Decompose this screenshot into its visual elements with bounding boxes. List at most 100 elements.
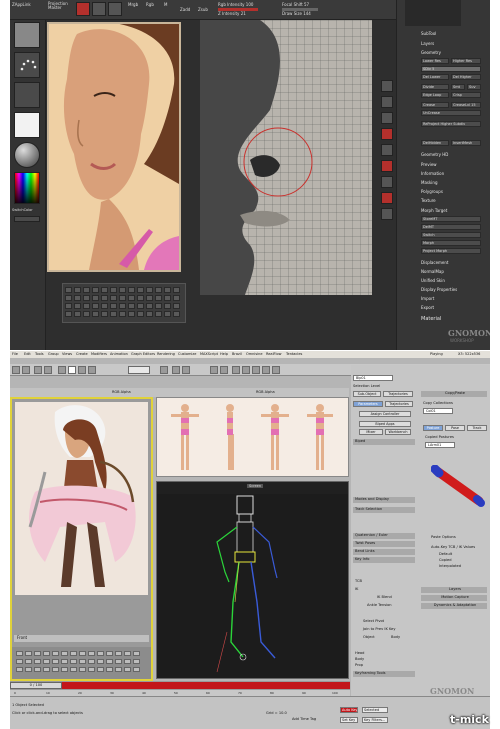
menu-material[interactable]: Material	[421, 316, 483, 323]
body-radio[interactable]: Body	[391, 635, 400, 639]
focal-shift-slider[interactable]: Focal Shift 57	[282, 2, 309, 7]
paste-default-radio[interactable]: Default	[439, 552, 452, 556]
copy-paste-rollout[interactable]: Copy/Paste	[421, 391, 487, 397]
palette-key[interactable]	[119, 295, 126, 301]
floor-button[interactable]	[381, 144, 393, 156]
time-slider[interactable]: 0 / 100	[10, 682, 62, 689]
palette-key[interactable]	[43, 651, 50, 656]
palette-key[interactable]	[119, 287, 126, 293]
zapplink-label[interactable]: ZAppLink	[12, 2, 31, 7]
palette-key[interactable]	[83, 295, 90, 301]
palette-key[interactable]	[61, 651, 68, 656]
auto-key-button[interactable]: Auto Key	[340, 707, 358, 713]
palette-key[interactable]	[16, 667, 23, 672]
palette-key[interactable]	[155, 311, 162, 317]
palette-key[interactable]	[79, 651, 86, 656]
palette-key[interactable]	[128, 295, 135, 301]
palette-key[interactable]	[110, 303, 117, 309]
palette-key[interactable]	[16, 659, 23, 664]
palette-key[interactable]	[124, 667, 131, 672]
crease-level-slider[interactable]: CreaseLvl 15	[451, 102, 481, 108]
palette-key[interactable]	[115, 651, 122, 656]
palette-key[interactable]	[25, 659, 32, 664]
palette-key[interactable]	[101, 311, 108, 317]
menu-unified-skin[interactable]: Unified Skin	[421, 278, 483, 285]
motion-capture-rollout[interactable]: Motion Capture	[421, 595, 487, 601]
palette-key[interactable]	[65, 287, 72, 293]
posture-name-field[interactable]: LArm01	[425, 442, 455, 448]
reference-viewport[interactable]	[156, 397, 349, 477]
key-filters-button[interactable]: Key Filters...	[362, 717, 388, 723]
frame-button[interactable]	[381, 176, 393, 188]
menu-views[interactable]: Views	[62, 352, 72, 356]
timeline-track[interactable]	[62, 682, 350, 689]
select-scale-icon[interactable]	[88, 366, 96, 374]
palette-key[interactable]	[110, 295, 117, 301]
palette-key[interactable]	[61, 659, 68, 664]
del-lower-button[interactable]: Del Lower	[421, 74, 449, 80]
layers-rollout[interactable]: Layers	[421, 587, 487, 593]
mirror-icon[interactable]	[210, 366, 218, 374]
menu-edit[interactable]: Edit	[24, 352, 31, 356]
palette-key[interactable]	[65, 303, 72, 309]
menu-modifiers[interactable]: Modifiers	[91, 352, 107, 356]
quaternion-euler-rollout[interactable]: Quaternion / Euler	[353, 533, 415, 539]
head-label[interactable]: Head	[355, 651, 364, 655]
palette-key[interactable]	[25, 651, 32, 656]
concept-channel-dropdown[interactable]: RGB Alpha	[112, 390, 131, 394]
palette-key[interactable]	[52, 667, 59, 672]
palette-key[interactable]	[155, 287, 162, 293]
ik-label[interactable]: IK	[355, 587, 358, 591]
m-toggle[interactable]: M	[164, 2, 167, 7]
menu-group[interactable]: Group	[48, 352, 59, 356]
menu-animation[interactable]: Animation	[110, 352, 128, 356]
palette-key[interactable]	[92, 287, 99, 293]
select-icon[interactable]	[58, 366, 66, 374]
palette-key[interactable]	[25, 667, 32, 672]
zbrush-3d-canvas[interactable]	[200, 20, 372, 295]
palette-key[interactable]	[92, 311, 99, 317]
palette-key[interactable]	[133, 667, 140, 672]
set-key-button[interactable]: Set Key	[340, 717, 358, 723]
menu-customize[interactable]: Customize	[178, 352, 196, 356]
assign-controller-button[interactable]: Assign Controller	[359, 411, 411, 417]
palette-key[interactable]	[34, 667, 41, 672]
body-label[interactable]: Body	[355, 657, 364, 661]
concept-viewport[interactable]: Front	[10, 397, 153, 681]
tab-posture[interactable]: Posture	[423, 425, 443, 431]
palette-key[interactable]	[146, 295, 153, 301]
palette-key[interactable]	[70, 659, 77, 664]
palette-key[interactable]	[83, 303, 90, 309]
crease-button[interactable]: Crease	[421, 102, 449, 108]
tab-trajectories[interactable]: Trajectories	[385, 401, 413, 407]
del-hidden-button[interactable]: DelHidden	[421, 140, 449, 146]
palette-key[interactable]	[155, 295, 162, 301]
palette-key[interactable]	[34, 659, 41, 664]
align-icon[interactable]	[220, 366, 228, 374]
palette-key[interactable]	[88, 651, 95, 656]
prop-label[interactable]: Prop	[355, 663, 363, 667]
actual-button[interactable]	[381, 112, 393, 124]
render-icon[interactable]	[272, 366, 280, 374]
menu-displacement[interactable]: Displacement	[421, 260, 483, 267]
palette-key[interactable]	[133, 659, 140, 664]
palette-key[interactable]	[137, 287, 144, 293]
store-mt-button[interactable]: StoreMT	[421, 216, 481, 222]
paste-interpolated-radio[interactable]: Interpolated	[439, 564, 461, 568]
palette-key[interactable]	[101, 287, 108, 293]
trajectories-button[interactable]: Trajectories	[383, 391, 413, 397]
draw-button[interactable]	[92, 2, 106, 16]
zoom-button[interactable]	[381, 96, 393, 108]
workbench-button[interactable]: Workbench	[385, 429, 411, 435]
palette-key[interactable]	[128, 287, 135, 293]
palette-key[interactable]	[101, 295, 108, 301]
object-radio[interactable]: Object	[363, 635, 375, 639]
modes-display-rollout[interactable]: Modes and Display	[353, 497, 415, 503]
sdiv-slider[interactable]: SDiv 5	[421, 66, 481, 72]
scroll-button[interactable]	[381, 80, 393, 92]
palette-key[interactable]	[106, 667, 113, 672]
reference-channel-dropdown[interactable]: RGB Alpha	[256, 390, 275, 394]
palette-key[interactable]	[61, 667, 68, 672]
mixer-button[interactable]: Mixer	[359, 429, 383, 435]
lower-res-button[interactable]: Lower Res	[421, 58, 449, 64]
